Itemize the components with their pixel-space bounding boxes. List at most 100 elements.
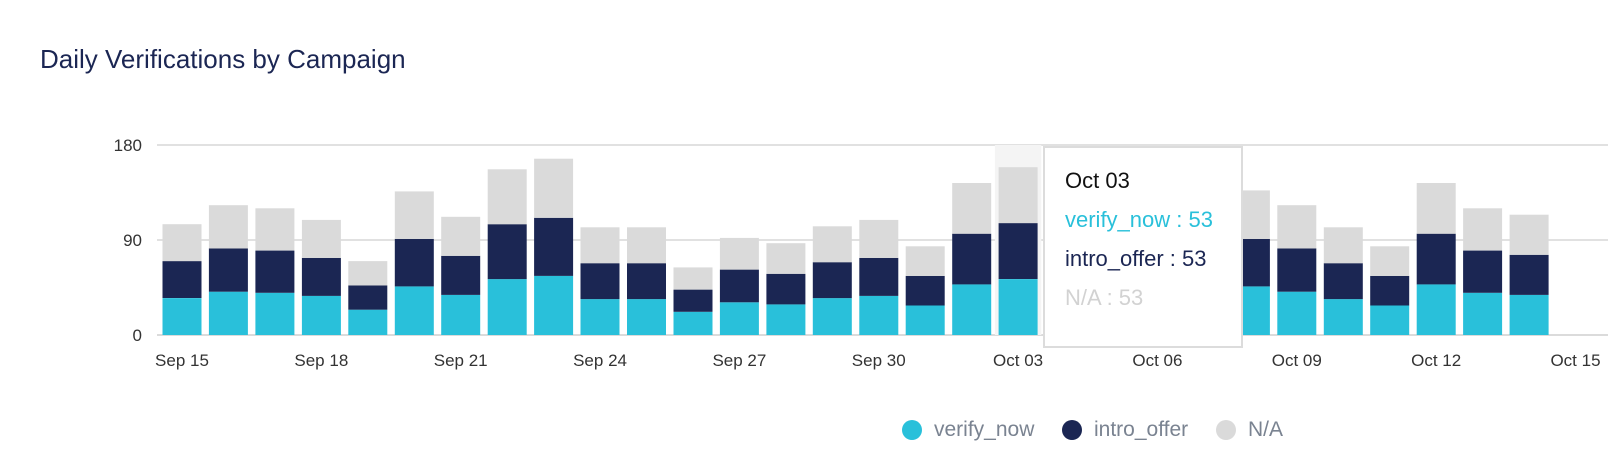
bar-na[interactable] xyxy=(1370,246,1410,276)
bar-intro-offer[interactable] xyxy=(348,285,388,310)
bar-na[interactable] xyxy=(952,183,992,234)
bar-na[interactable] xyxy=(998,167,1038,224)
bar-na[interactable] xyxy=(1463,208,1503,251)
bar-na[interactable] xyxy=(441,216,481,256)
bar-intro-offer[interactable] xyxy=(394,238,434,287)
bar-intro-offer[interactable] xyxy=(719,269,759,303)
bar-verify-now[interactable] xyxy=(487,279,527,335)
bar-intro-offer[interactable] xyxy=(1416,233,1456,285)
bar-intro-offer[interactable] xyxy=(1277,248,1317,292)
chart-tooltip: Oct 03 verify_now : 53 intro_offer : 53 N/… xyxy=(1043,146,1243,348)
bar-verify-now[interactable] xyxy=(1509,294,1549,335)
bar-verify-now[interactable] xyxy=(1463,292,1503,335)
bar-na[interactable] xyxy=(162,224,202,262)
bar-verify-now[interactable] xyxy=(348,309,388,335)
bar-verify-now[interactable] xyxy=(812,298,852,335)
bar-intro-offer[interactable] xyxy=(859,257,899,296)
bar-verify-now[interactable] xyxy=(1416,284,1456,335)
bar-verify-now[interactable] xyxy=(208,291,248,335)
bar-intro-offer[interactable] xyxy=(208,248,248,292)
bar-na[interactable] xyxy=(627,227,666,264)
bar-na[interactable] xyxy=(1509,214,1549,255)
legend-swatch xyxy=(1062,420,1082,440)
tooltip-rows: verify_now : 53 intro_offer : 53 N/A : 53 xyxy=(1065,207,1241,311)
bar-intro-offer[interactable] xyxy=(487,224,527,280)
x-tick-label: Sep 18 xyxy=(294,351,348,370)
bar-na[interactable] xyxy=(208,205,248,249)
legend-label: verify_now xyxy=(934,418,1035,441)
bar-verify-now[interactable] xyxy=(162,298,202,335)
bar-na[interactable] xyxy=(255,208,295,251)
bar-na[interactable] xyxy=(487,169,527,225)
legend-swatch xyxy=(1216,420,1236,440)
bar-verify-now[interactable] xyxy=(301,295,341,335)
bar-verify-now[interactable] xyxy=(580,299,620,335)
bar-intro-offer[interactable] xyxy=(952,233,992,285)
bar-intro-offer[interactable] xyxy=(580,263,620,300)
bar-na[interactable] xyxy=(394,191,434,239)
legend-label: N/A xyxy=(1248,418,1284,441)
bar-intro-offer[interactable] xyxy=(162,261,202,298)
bar-na[interactable] xyxy=(534,158,574,218)
bar-verify-now[interactable] xyxy=(394,286,434,335)
bar-verify-now[interactable] xyxy=(1370,305,1410,335)
bar-layer xyxy=(162,158,1549,335)
bar-na[interactable] xyxy=(1323,227,1363,264)
bar-na[interactable] xyxy=(1416,183,1456,234)
bar-na[interactable] xyxy=(673,267,713,290)
tooltip-date: Oct 03 xyxy=(1065,168,1130,193)
bar-verify-now[interactable] xyxy=(255,292,295,335)
bar-intro-offer[interactable] xyxy=(998,223,1038,279)
x-tick-label: Oct 06 xyxy=(1132,351,1182,370)
bar-intro-offer[interactable] xyxy=(905,275,945,306)
legend-item[interactable]: N/A xyxy=(1216,412,1283,448)
bar-intro-offer[interactable] xyxy=(255,250,295,293)
bar-na[interactable] xyxy=(301,219,341,258)
bar-verify-now[interactable] xyxy=(719,302,759,335)
bar-intro-offer[interactable] xyxy=(766,273,806,305)
bar-verify-now[interactable] xyxy=(1277,291,1317,335)
bar-verify-now[interactable] xyxy=(859,295,899,335)
bar-na[interactable] xyxy=(1277,205,1317,249)
x-tick-label: Sep 15 xyxy=(155,351,209,370)
bar-na[interactable] xyxy=(719,237,759,270)
chart-legend: verify_now intro_offer N/A xyxy=(0,412,1618,448)
legend-item[interactable]: intro_offer xyxy=(1062,412,1188,448)
bar-verify-now[interactable] xyxy=(534,275,574,335)
bar-verify-now[interactable] xyxy=(627,299,666,335)
bar-intro-offer[interactable] xyxy=(301,257,341,296)
bar-verify-now[interactable] xyxy=(905,305,945,335)
x-axis-tick-labels: Sep 15 Sep 18 Sep 21 Sep 24 Sep 27 Sep 30 Oct … xyxy=(155,351,1600,370)
tooltip-row: N/A : 53 xyxy=(1065,285,1144,310)
bar-intro-offer[interactable] xyxy=(1463,250,1503,293)
bar-verify-now[interactable] xyxy=(1323,299,1363,335)
bar-verify-now[interactable] xyxy=(766,304,806,335)
legend-swatch xyxy=(902,420,922,440)
bar-na[interactable] xyxy=(859,219,899,258)
legend-item[interactable]: verify_now xyxy=(902,412,1034,448)
bar-verify-now[interactable] xyxy=(673,311,713,335)
bar-na[interactable] xyxy=(580,227,620,264)
bar-verify-now[interactable] xyxy=(998,279,1038,335)
bar-verify-now[interactable] xyxy=(952,284,992,335)
bar-intro-offer[interactable] xyxy=(1323,263,1363,300)
bar-na[interactable] xyxy=(812,226,852,263)
bar-verify-now[interactable] xyxy=(441,294,481,335)
x-tick-label: Oct 15 xyxy=(1550,351,1600,370)
bar-intro-offer[interactable] xyxy=(441,255,481,295)
bar-intro-offer[interactable] xyxy=(673,289,713,312)
stacked-bar-chart[interactable]: 090180 Sep 15 Sep 18 Sep 21 Sep 24 Sep 27 Sep… xyxy=(0,0,1618,400)
bar-intro-offer[interactable] xyxy=(534,217,574,276)
x-tick-label: Oct 03 xyxy=(993,351,1043,370)
tooltip-row: verify_now : 53 xyxy=(1065,207,1213,232)
bar-intro-offer[interactable] xyxy=(1509,254,1549,295)
bar-na[interactable] xyxy=(348,261,388,286)
bar-intro-offer[interactable] xyxy=(1370,275,1410,306)
bar-intro-offer[interactable] xyxy=(812,262,852,299)
x-tick-label: Sep 21 xyxy=(434,351,488,370)
bar-na[interactable] xyxy=(766,243,806,274)
bar-na[interactable] xyxy=(905,246,945,276)
y-tick-label: 0 xyxy=(133,326,142,345)
x-tick-label: Sep 24 xyxy=(573,351,627,370)
bar-intro-offer[interactable] xyxy=(627,263,666,300)
